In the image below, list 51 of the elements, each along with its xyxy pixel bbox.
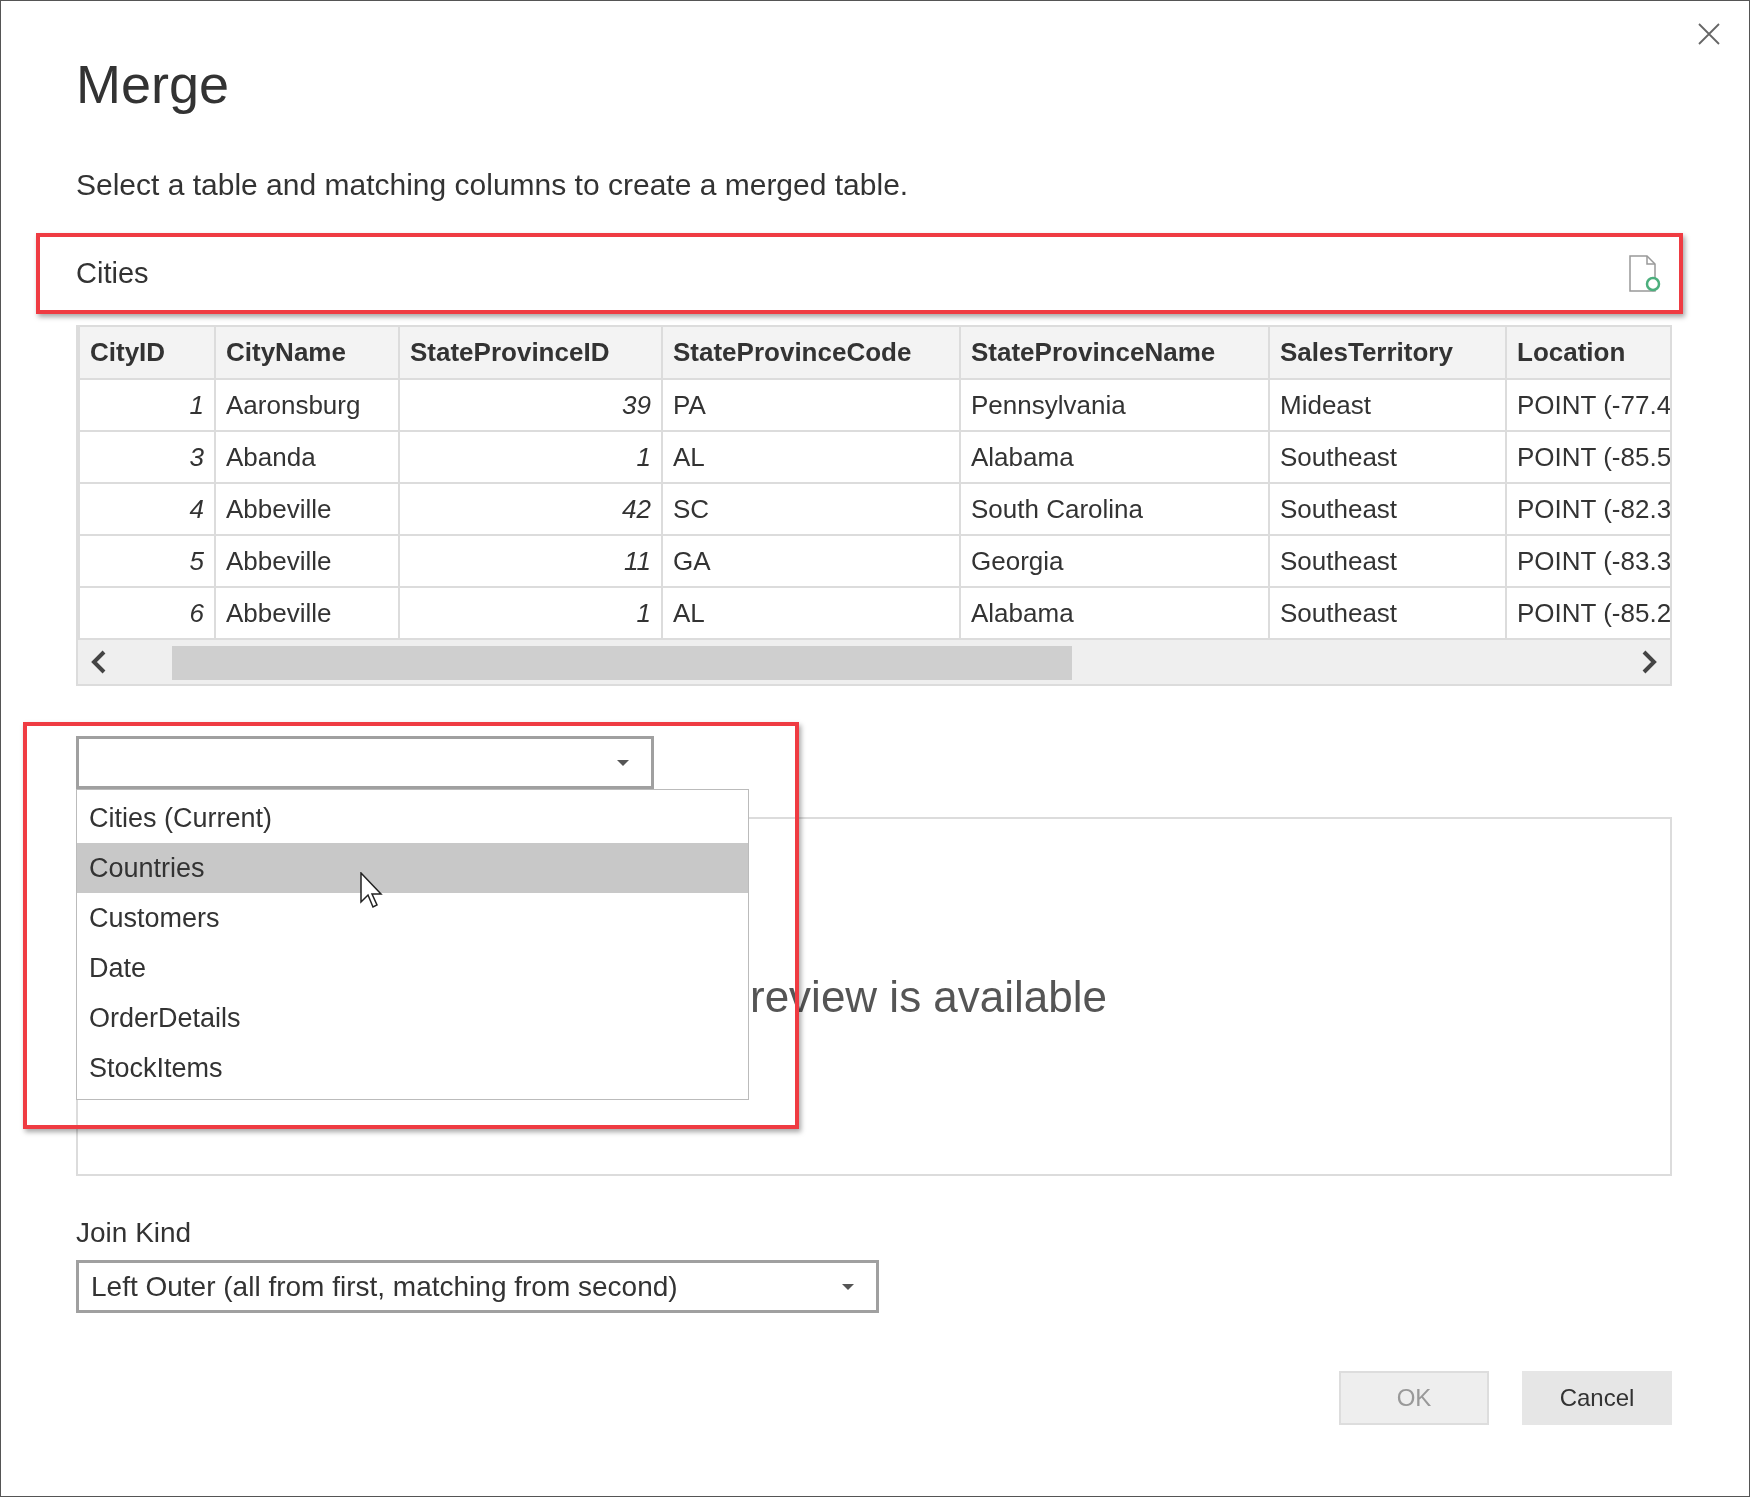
dialog-button[interactable]: Cancel xyxy=(1522,1371,1672,1425)
table-cell: GA xyxy=(662,535,960,587)
table-cell: 11 xyxy=(399,535,662,587)
table-cell: Southeast xyxy=(1269,483,1506,535)
column-header[interactable]: StateProvinceCode xyxy=(662,327,960,379)
table-cell: Mideast xyxy=(1269,379,1506,431)
table-cell: Alabama xyxy=(960,431,1269,483)
caret-icon xyxy=(615,757,631,768)
dialog-title: Merge xyxy=(76,53,231,116)
dropdown-option[interactable]: Countries xyxy=(77,843,748,893)
dropdown-option[interactable]: OrderDetails xyxy=(77,993,748,1043)
table-cell: Southeast xyxy=(1269,431,1506,483)
table-cell: Abanda xyxy=(215,431,399,483)
table-dropdown[interactable] xyxy=(76,736,654,789)
table-cell: Abbeville xyxy=(215,535,399,587)
refresh-document-icon[interactable] xyxy=(1629,254,1661,293)
column-header[interactable]: StateProvinceID xyxy=(399,327,662,379)
table-cell: 4 xyxy=(79,483,215,535)
table-cell: 1 xyxy=(79,379,215,431)
dialog-subtitle: Select a table and matching columns to create a merged table. xyxy=(76,167,910,203)
mouse-pointer-icon xyxy=(360,872,384,910)
table-cell: 5 xyxy=(79,535,215,587)
table-cell: SC xyxy=(662,483,960,535)
close-icon[interactable] xyxy=(1697,21,1721,46)
dropdown-option[interactable]: Date xyxy=(77,943,748,993)
table-cell: AL xyxy=(662,431,960,483)
dropdown-option[interactable]: Cities (Current) xyxy=(77,793,748,843)
dropdown-option[interactable]: Customers xyxy=(77,893,748,943)
join-kind-label: Join Kind xyxy=(76,1216,193,1250)
table-cell: Abbeville xyxy=(215,483,399,535)
column-header[interactable]: CityID xyxy=(79,327,215,379)
column-header[interactable]: StateProvinceName xyxy=(960,327,1269,379)
scrollbar-thumb[interactable] xyxy=(172,646,1072,680)
dropdown-option[interactable]: StockItems xyxy=(77,1043,748,1093)
caret-icon xyxy=(840,1281,856,1292)
table-cell: Southeast xyxy=(1269,535,1506,587)
column-header[interactable]: CityName xyxy=(215,327,399,379)
column-header[interactable]: Location xyxy=(1506,327,1670,379)
table-cell: Georgia xyxy=(960,535,1269,587)
table-cell: Aaronsburg xyxy=(215,379,399,431)
table-cell: PA xyxy=(662,379,960,431)
dropdown-list[interactable]: Cities (Current) Countries Customers Date OrderDetails StockItems xyxy=(76,789,749,1100)
table-name: Cities xyxy=(76,255,149,291)
table-cell: 39 xyxy=(399,379,662,431)
table-cell: 3 xyxy=(79,431,215,483)
table-cell: Pennsylvania xyxy=(960,379,1269,431)
table-cell: South Carolina xyxy=(960,483,1269,535)
table-cell: 42 xyxy=(399,483,662,535)
table-cell: 1 xyxy=(399,431,662,483)
column-header[interactable]: SalesTerritory xyxy=(1269,327,1506,379)
join-kind-dropdown[interactable]: Left Outer (all from first, matching from second) xyxy=(76,1260,879,1313)
